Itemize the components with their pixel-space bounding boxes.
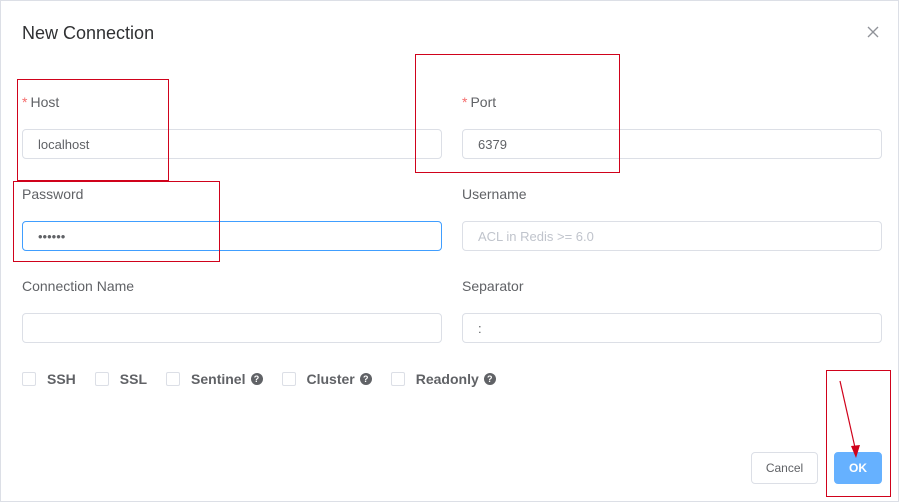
- port-label-text: Port: [470, 94, 497, 110]
- host-label: * Host: [22, 94, 59, 110]
- help-icon[interactable]: ?: [359, 373, 372, 385]
- sentinel-label: Sentinel: [191, 371, 246, 387]
- ssl-checkbox[interactable]: SSL: [94, 371, 148, 387]
- separator-input[interactable]: [462, 313, 882, 343]
- ssl-label: SSL: [119, 371, 148, 387]
- required-mark: *: [462, 94, 468, 110]
- readonly-checkbox[interactable]: Readonly ?: [390, 371, 496, 387]
- checkbox-icon[interactable]: [94, 372, 109, 386]
- password-label: Password: [22, 186, 84, 202]
- ssh-label: SSH: [47, 371, 76, 387]
- new-connection-dialog: New Connection *Host *Port Password User…: [0, 0, 899, 502]
- separator-label: Separator: [462, 278, 524, 294]
- checkbox-icon[interactable]: [166, 372, 181, 386]
- checkbox-icon[interactable]: [281, 372, 296, 386]
- required-mark: *: [22, 94, 28, 110]
- dialog-title: New Connection: [22, 23, 155, 43]
- connection-name-label: Connection Name: [22, 278, 135, 294]
- readonly-label: Readonly: [415, 371, 479, 387]
- options-row: SSH SSL Sentinel ? Cluster ? Readonly ?: [22, 369, 515, 389]
- host-label-text: Host: [30, 94, 60, 110]
- help-icon[interactable]: ?: [250, 373, 263, 385]
- connection-name-input[interactable]: [22, 313, 442, 343]
- username-label: Username: [462, 186, 527, 202]
- sentinel-checkbox[interactable]: Sentinel ?: [166, 371, 263, 387]
- cluster-checkbox[interactable]: Cluster ?: [281, 371, 372, 387]
- help-icon[interactable]: ?: [483, 373, 496, 385]
- checkbox-icon[interactable]: [390, 372, 405, 386]
- host-input[interactable]: [22, 129, 442, 159]
- ssh-checkbox[interactable]: SSH: [22, 371, 76, 387]
- close-icon[interactable]: [864, 23, 882, 41]
- checkbox-icon[interactable]: [22, 372, 36, 386]
- port-input[interactable]: [462, 129, 882, 159]
- password-input[interactable]: [22, 221, 442, 251]
- ok-button[interactable]: OK: [834, 452, 882, 484]
- cancel-button[interactable]: Cancel: [751, 452, 818, 484]
- username-input[interactable]: [462, 221, 882, 251]
- port-label: * Port: [462, 94, 496, 110]
- cluster-label: Cluster: [306, 371, 355, 387]
